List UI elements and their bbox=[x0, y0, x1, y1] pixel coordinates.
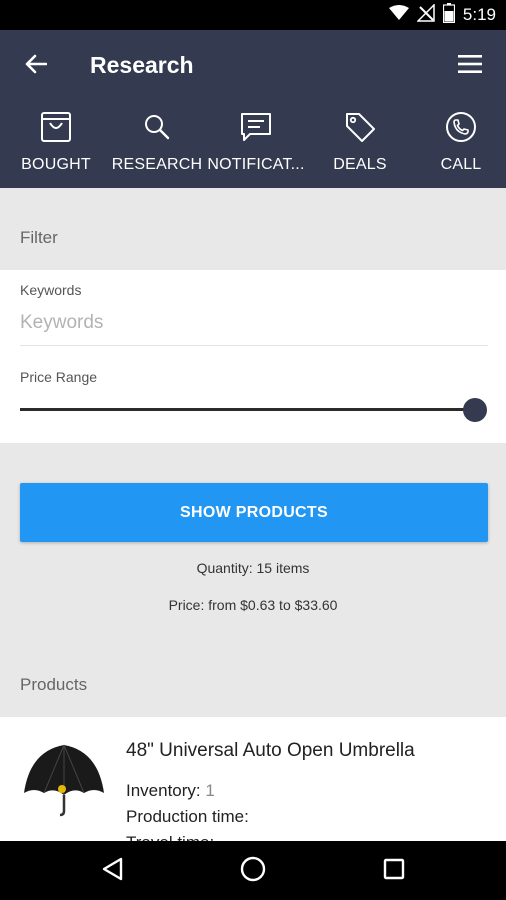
nav-home-button[interactable] bbox=[223, 851, 283, 891]
quantity-text: Quantity: 15 items bbox=[196, 560, 310, 576]
tab-deals-label: DEALS bbox=[333, 156, 387, 173]
tab-call-label: CALL bbox=[440, 156, 482, 173]
no-signal-icon bbox=[416, 2, 435, 27]
status-icons: 5:19 bbox=[388, 2, 496, 28]
keywords-input[interactable] bbox=[20, 300, 488, 346]
tab-notifications-label: NOTIFICAT... bbox=[207, 156, 305, 173]
tag-icon bbox=[344, 111, 376, 148]
price-text: Price: from $0.63 to $33.60 bbox=[168, 597, 338, 613]
status-time: 5:19 bbox=[462, 5, 496, 24]
nav-home-icon bbox=[240, 856, 266, 887]
tab-call[interactable]: CALL bbox=[411, 102, 506, 188]
product-title: 48" Universal Auto Open Umbrella bbox=[126, 740, 415, 761]
shopping-bag-icon bbox=[40, 111, 72, 148]
tab-notifications[interactable]: NOTIFICAT... bbox=[206, 102, 306, 188]
battery-icon bbox=[442, 2, 456, 28]
system-nav-bar bbox=[0, 841, 506, 900]
back-button[interactable] bbox=[16, 48, 56, 84]
product-inventory: Inventory: 1 bbox=[126, 781, 215, 801]
filter-section-header: Filter bbox=[0, 188, 506, 270]
travel-time-label: Travel time: bbox=[126, 833, 214, 841]
tab-deals[interactable]: DEALS bbox=[310, 102, 410, 188]
show-products-button[interactable]: SHOW PRODUCTS bbox=[20, 483, 488, 542]
tab-research[interactable]: RESEARCH bbox=[107, 102, 207, 188]
tab-bought-label: BOUGHT bbox=[21, 156, 91, 173]
tab-research-label: RESEARCH bbox=[111, 156, 203, 173]
arrow-left-icon bbox=[25, 54, 48, 79]
message-icon bbox=[240, 112, 272, 147]
tab-bought[interactable]: BOUGHT bbox=[6, 102, 106, 188]
status-bar: 5:19 bbox=[0, 0, 506, 30]
tab-bar: BOUGHT RESEARCH NOTIFICAT... DEALS CALL bbox=[0, 102, 506, 188]
price-range-thumb[interactable] bbox=[463, 398, 487, 422]
umbrella-image bbox=[20, 741, 108, 817]
app-bar: Research bbox=[0, 30, 506, 102]
price-range-label: Price Range bbox=[20, 369, 98, 385]
inventory-value: 1 bbox=[205, 781, 215, 800]
page-title: Research bbox=[90, 52, 194, 78]
search-icon bbox=[144, 114, 170, 145]
product-card[interactable]: 48" Universal Auto Open Umbrella Invento… bbox=[0, 717, 506, 841]
hamburger-menu-icon bbox=[458, 54, 482, 78]
keywords-label: Keywords bbox=[20, 282, 82, 298]
wifi-icon bbox=[388, 4, 409, 26]
inventory-label: Inventory: bbox=[126, 781, 201, 800]
nav-back-button[interactable] bbox=[82, 851, 142, 891]
nav-recents-icon bbox=[383, 858, 405, 885]
phone-icon bbox=[445, 111, 477, 148]
nav-recents-button[interactable] bbox=[364, 851, 424, 891]
production-time-label: Production time: bbox=[126, 807, 249, 826]
nav-back-icon bbox=[101, 857, 123, 886]
price-range-track[interactable] bbox=[20, 408, 476, 411]
products-section-header: Products bbox=[0, 660, 506, 717]
menu-button[interactable] bbox=[448, 48, 492, 84]
